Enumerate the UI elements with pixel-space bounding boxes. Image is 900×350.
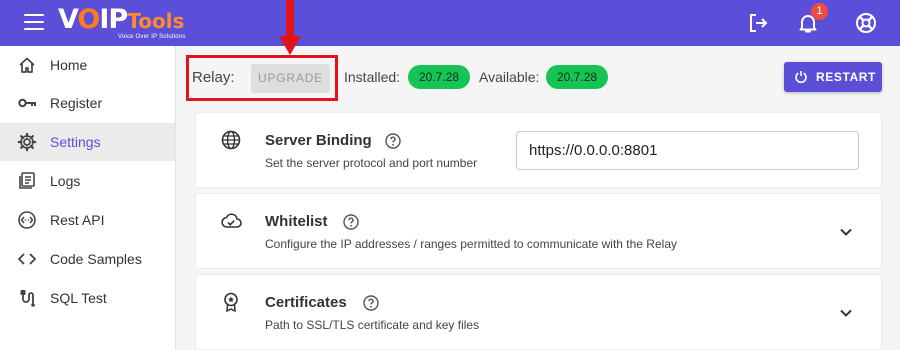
chevron-down-icon[interactable] <box>838 224 854 240</box>
voiptools-logo[interactable]: VOIPTools Voice Over IP Solutions <box>58 6 186 41</box>
top-app-bar: VOIPTools Voice Over IP Solutions 1 <box>0 0 900 46</box>
card-description: Path to SSL/TLS certificate and key file… <box>265 318 480 332</box>
server-url-input[interactable] <box>516 131 859 170</box>
help-icon[interactable] <box>343 214 359 230</box>
logout-icon[interactable] <box>746 11 770 35</box>
sql-icon <box>20 290 35 307</box>
key-icon <box>18 98 36 108</box>
installed-version-badge: 20.7.28 <box>408 65 471 89</box>
relay-label: Relay: <box>192 69 235 86</box>
card-description: Set the server protocol and port number <box>265 156 478 170</box>
available-label: Available: <box>479 69 540 85</box>
support-icon[interactable] <box>854 11 878 35</box>
card-description: Configure the IP addresses / ranges perm… <box>265 237 677 251</box>
api-icon <box>18 211 36 229</box>
card-title: Server Binding <box>265 132 372 149</box>
highlight-arrow <box>279 0 301 55</box>
installed-label: Installed: <box>344 69 401 85</box>
certificates-card[interactable]: Certificates Path to SSL/TLS certificate… <box>195 274 882 350</box>
sidebar-item-rest-api[interactable]: Rest API <box>0 201 175 239</box>
available-version-badge: 20.7.28 <box>546 65 609 89</box>
card-title: Whitelist <box>265 213 328 230</box>
sidebar-item-code-samples[interactable]: Code Samples <box>0 240 175 278</box>
code-icon <box>17 253 37 265</box>
logo-tagline: Voice Over IP Solutions <box>118 34 186 40</box>
sidebar-item-home[interactable]: Home <box>0 46 175 84</box>
whitelist-card[interactable]: Whitelist Configure the IP addresses / r… <box>195 193 882 269</box>
certificate-icon <box>224 292 238 313</box>
home-icon <box>19 57 35 73</box>
power-icon <box>795 71 807 84</box>
sidebar-item-sql-test[interactable]: SQL Test <box>0 279 175 317</box>
menu-icon[interactable] <box>24 14 44 30</box>
upgrade-button[interactable]: UPGRADE <box>251 64 330 93</box>
globe-icon <box>221 130 241 150</box>
sidebar-item-register[interactable]: Register <box>0 84 175 122</box>
gear-icon <box>17 132 37 152</box>
chevron-down-icon[interactable] <box>838 305 854 321</box>
sidebar-item-settings[interactable]: Settings <box>0 123 175 161</box>
sidebar-item-logs[interactable]: Logs <box>0 162 175 200</box>
card-title: Certificates <box>265 294 347 311</box>
logs-icon <box>19 172 35 189</box>
server-binding-card: Server Binding Set the server protocol a… <box>195 112 882 188</box>
help-icon[interactable] <box>363 295 379 311</box>
help-icon[interactable] <box>385 133 401 149</box>
restart-button[interactable]: RESTART <box>784 62 882 92</box>
sidebar-nav: Home Register Settings Logs Rest API Cod… <box>0 46 176 350</box>
notification-badge: 1 <box>811 3 828 20</box>
cloud-check-icon <box>221 213 242 228</box>
